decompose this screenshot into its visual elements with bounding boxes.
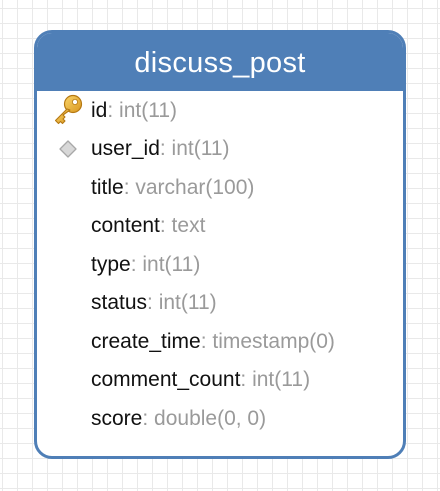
table-name: discuss_post	[134, 46, 306, 79]
column-row-create-time[interactable]: create_time: timestamp(0)	[37, 322, 403, 361]
table-header[interactable]: discuss_post	[37, 33, 403, 91]
column-name: status	[91, 291, 148, 315]
primary-key-icon	[51, 93, 85, 127]
column-name: user_id	[91, 137, 160, 161]
column-row-comment-count[interactable]: comment_count: int(11)	[37, 361, 403, 400]
column-row-user-id[interactable]: user_id: int(11)	[37, 130, 403, 169]
index-diamond-icon	[51, 132, 85, 166]
column-type: : int(11)	[240, 368, 311, 392]
column-name: comment_count	[91, 368, 241, 392]
column-type: : text	[159, 214, 206, 238]
column-type: : int(11)	[159, 137, 230, 161]
column-type: : double(0, 0)	[142, 406, 267, 430]
table-card-discuss-post[interactable]: discuss_post id: int(11) user_id: int(11…	[34, 30, 406, 459]
column-type: : int(11)	[147, 291, 217, 315]
column-type: : timestamp(0)	[200, 329, 335, 353]
column-row-id[interactable]: id: int(11)	[37, 91, 403, 130]
column-name: content	[91, 214, 160, 238]
column-name: score	[91, 406, 143, 430]
column-row-content[interactable]: content: text	[37, 207, 403, 246]
column-name: create_time	[91, 329, 201, 353]
column-row-type[interactable]: type: int(11)	[37, 245, 403, 284]
column-name: type	[91, 252, 131, 276]
column-name: id	[91, 98, 108, 122]
column-type: : varchar(100)	[123, 175, 255, 199]
column-name: title	[91, 175, 124, 199]
column-row-status[interactable]: status: int(11)	[37, 284, 403, 323]
column-row-score[interactable]: score: double(0, 0)	[37, 399, 403, 438]
column-type: : int(11)	[107, 98, 177, 122]
column-type: : int(11)	[130, 252, 201, 276]
column-row-title[interactable]: title: varchar(100)	[37, 168, 403, 207]
